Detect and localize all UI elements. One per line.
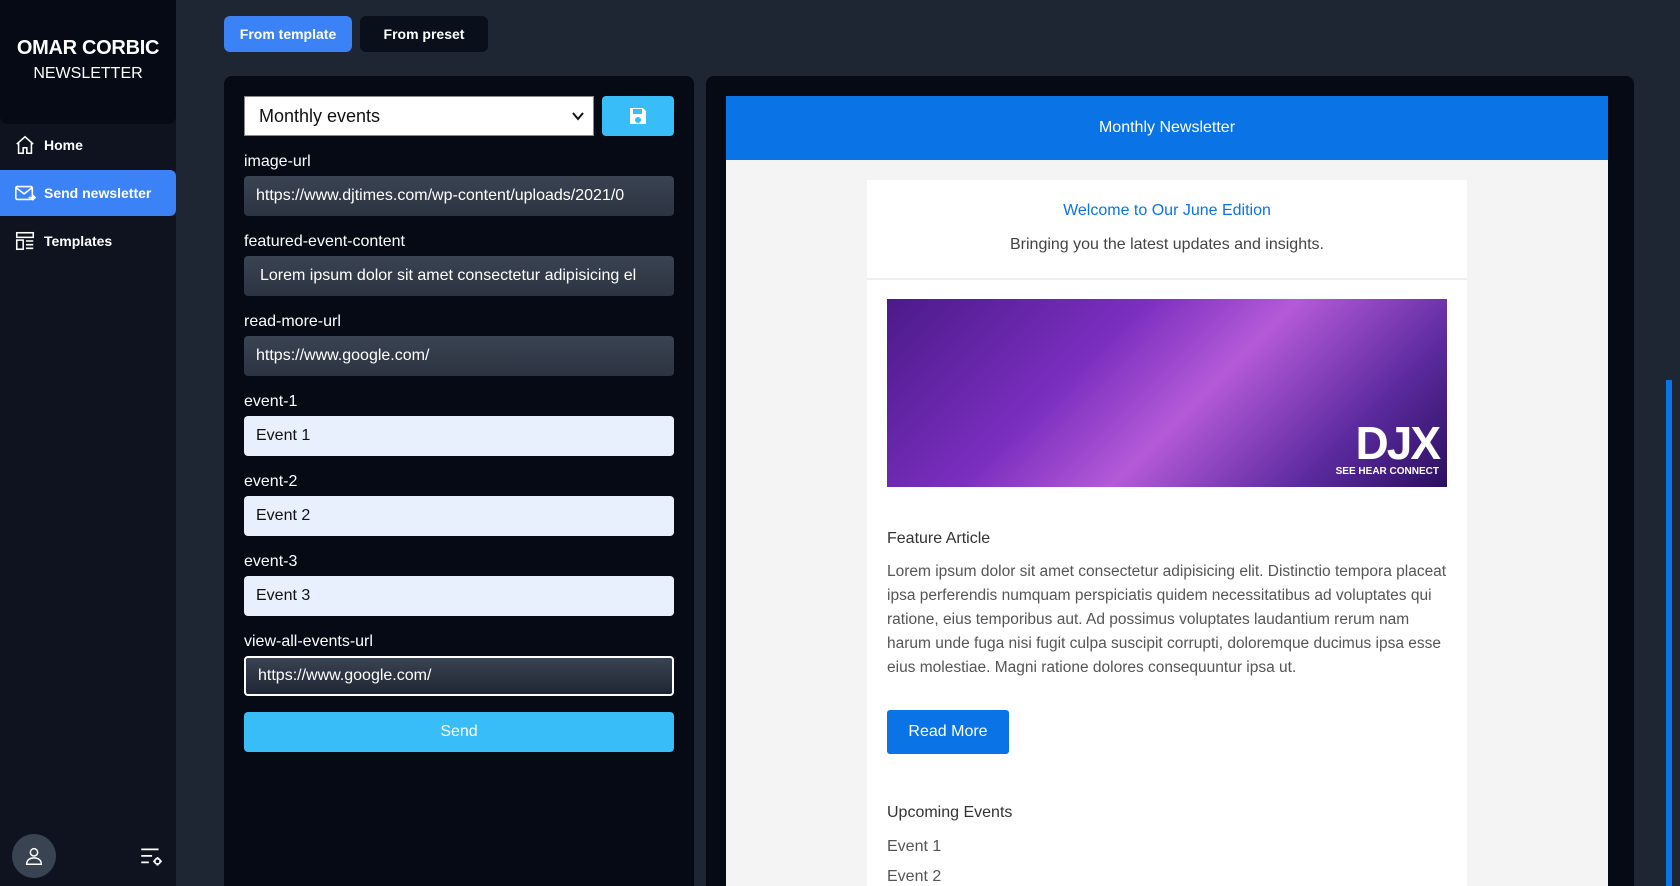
image-url-input[interactable]: https://www.djtimes.com/wp-content/uploa… — [244, 176, 674, 216]
feature-body: Lorem ipsum dolor sit amet consectetur a… — [887, 563, 1447, 676]
template-select[interactable]: Monthly events — [244, 96, 594, 136]
save-button[interactable] — [602, 96, 674, 136]
avatar[interactable] — [12, 834, 56, 878]
sidebar-item-home[interactable]: Home — [0, 122, 176, 168]
event-item: Event 1 — [887, 838, 942, 855]
featured-image: DJX SEE HEAR CONNECT — [887, 299, 1447, 487]
djx-logo: DJX SEE HEAR CONNECT — [1335, 417, 1441, 477]
read-more-url-input[interactable]: https://www.google.com/ — [244, 336, 674, 376]
featured-event-content-input[interactable]: Lorem ipsum dolor sit amet consectetur a… — [244, 256, 674, 296]
field-label-featured-event-content: featured-event-content — [244, 233, 405, 250]
newsletter-welcome: Welcome to Our June Edition — [1063, 202, 1271, 219]
preview-frame[interactable]: Monthly Newsletter Welcome to Our June E… — [726, 96, 1608, 886]
templates-icon — [15, 231, 35, 251]
brand-title: OMAR CORBIC — [16, 37, 160, 59]
sidebar-item-send-newsletter[interactable]: Send newsletter — [0, 170, 176, 216]
sidebar-item-label: Home — [44, 137, 83, 153]
brand-logo: OMAR CORBIC NEWSLETTER — [0, 0, 176, 124]
field-label-image-url: image-url — [244, 153, 311, 170]
view-all-events-url-input[interactable]: https://www.google.com/ — [244, 656, 674, 696]
newsletter-header: Monthly Newsletter — [726, 96, 1608, 160]
event-1-input[interactable]: Event 1 — [244, 416, 674, 456]
field-label-event-1: event-1 — [244, 393, 298, 410]
newsletter-form: Monthly events image-url https://www.djt… — [224, 76, 694, 886]
newsletter-card: Welcome to Our June Edition Bringing you… — [867, 180, 1467, 886]
djx-logo-tagline: SEE HEAR CONNECT — [1335, 466, 1439, 477]
sidebar: OMAR CORBIC NEWSLETTER Home Send newslet… — [0, 0, 176, 886]
field-label-read-more-url: read-more-url — [244, 313, 341, 330]
save-icon — [630, 108, 646, 124]
upcoming-events-title: Upcoming Events — [887, 804, 1013, 821]
template-select-value: Monthly events — [259, 105, 381, 126]
tab-from-preset[interactable]: From preset — [360, 16, 488, 52]
newsletter-preview: Monthly Newsletter Welcome to Our June E… — [706, 76, 1634, 886]
user-icon — [25, 847, 43, 865]
field-label-event-2: event-2 — [244, 473, 298, 490]
sidebar-footer — [0, 826, 176, 886]
sidebar-item-templates[interactable]: Templates — [0, 218, 176, 264]
djx-logo-text: DJX — [1355, 417, 1441, 469]
chevron-down-icon — [572, 112, 584, 121]
sidebar-item-label: Templates — [44, 233, 113, 249]
field-label-event-3: event-3 — [244, 553, 298, 570]
mail-send-icon — [15, 185, 36, 201]
list-settings-icon[interactable] — [138, 844, 164, 870]
event-2-input[interactable]: Event 2 — [244, 496, 674, 536]
tab-from-template[interactable]: From template — [224, 16, 352, 52]
field-label-view-all-events-url: view-all-events-url — [244, 633, 373, 650]
home-icon — [16, 135, 34, 155]
event-item: Event 2 — [887, 868, 942, 885]
brand-subtitle: NEWSLETTER — [33, 65, 143, 82]
read-more-button[interactable]: Read More — [887, 710, 1009, 754]
divider — [867, 278, 1467, 280]
page-scrollbar[interactable] — [1666, 380, 1672, 886]
send-button[interactable]: Send — [244, 712, 674, 752]
event-3-input[interactable]: Event 3 — [244, 576, 674, 616]
sidebar-item-label: Send newsletter — [44, 185, 152, 201]
newsletter-tagline: Bringing you the latest updates and insi… — [1010, 236, 1324, 253]
feature-title: Feature Article — [887, 530, 991, 547]
